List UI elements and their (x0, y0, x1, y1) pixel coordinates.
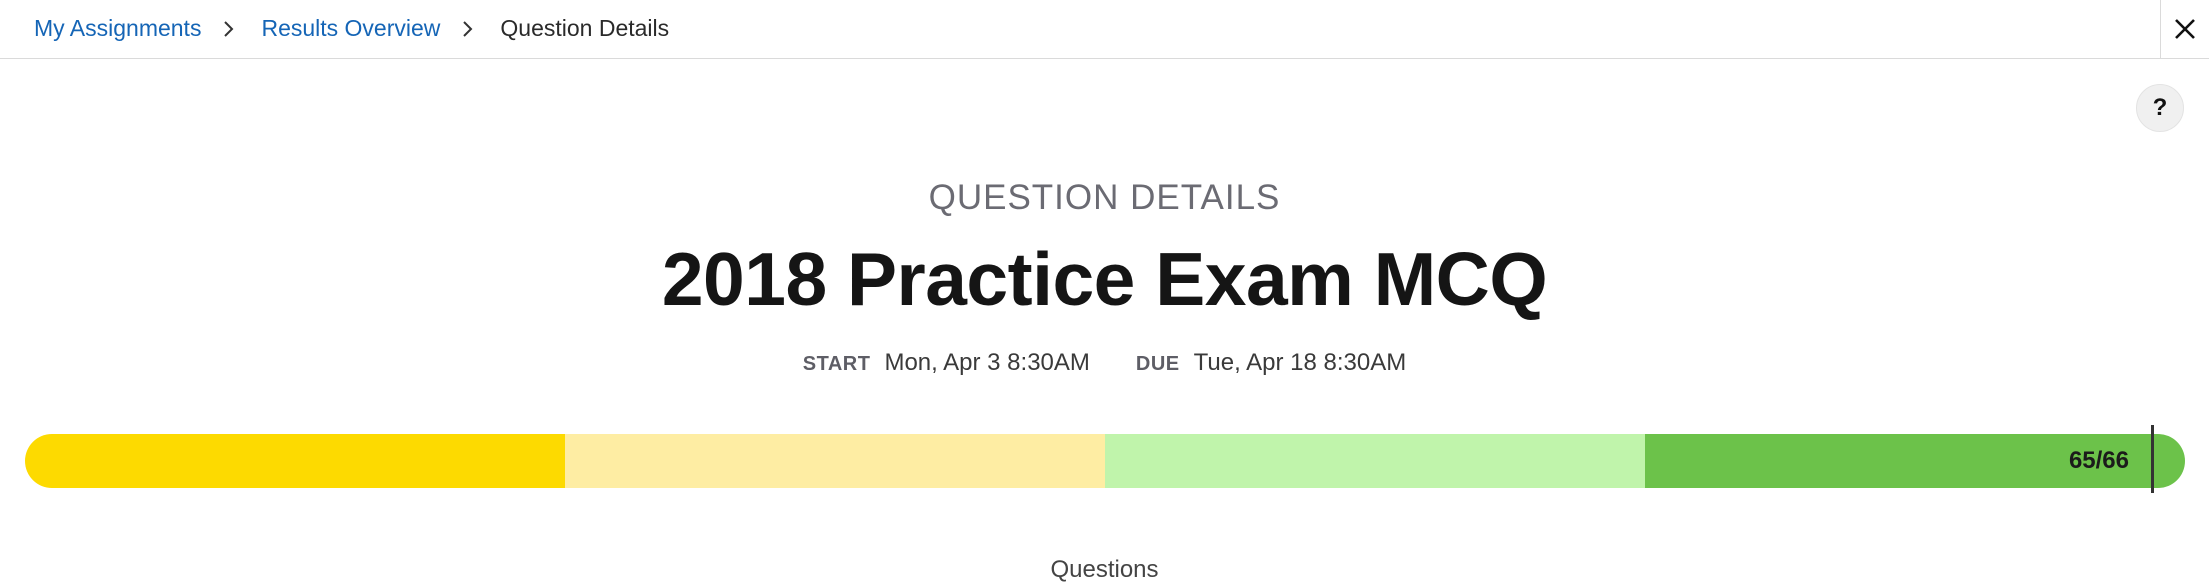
close-icon (2175, 19, 2195, 39)
page-eyebrow: QUESTION DETAILS (928, 178, 1281, 217)
start-label: START (802, 353, 871, 375)
chevron-right-icon (223, 20, 235, 38)
top-bar: My Assignments Results Overview Question… (0, 0, 2209, 59)
score-progress-bar: 65/66 (25, 434, 2185, 488)
help-button[interactable]: ? (2136, 84, 2184, 132)
assignment-dates: START Mon, Apr 3 8:30AM DUE Tue, Apr 18 … (0, 349, 2209, 377)
score-label: 65/66 (2068, 447, 2129, 474)
due-value: Tue, Apr 18 8:30AM (1193, 349, 1407, 376)
chevron-right-icon (462, 20, 474, 38)
breadcrumb: My Assignments Results Overview Question… (34, 0, 669, 57)
progress-segment-3 (1105, 434, 1645, 488)
score-marker (2151, 425, 2155, 493)
breadcrumb-current: Question Details (500, 15, 670, 41)
questions-section-label: Questions (1050, 556, 1159, 583)
progress-segment-2 (565, 434, 1105, 488)
page-title: 2018 Practice Exam MCQ (661, 237, 1548, 321)
close-button[interactable] (2160, 0, 2209, 58)
start-value: Mon, Apr 3 8:30AM (884, 349, 1090, 376)
help-icon: ? (2152, 94, 2168, 121)
breadcrumb-my-assignments[interactable]: My Assignments (34, 15, 201, 42)
due-label: DUE (1135, 353, 1180, 375)
progress-segment-1 (25, 434, 565, 488)
breadcrumb-results-overview[interactable]: Results Overview (261, 15, 440, 42)
